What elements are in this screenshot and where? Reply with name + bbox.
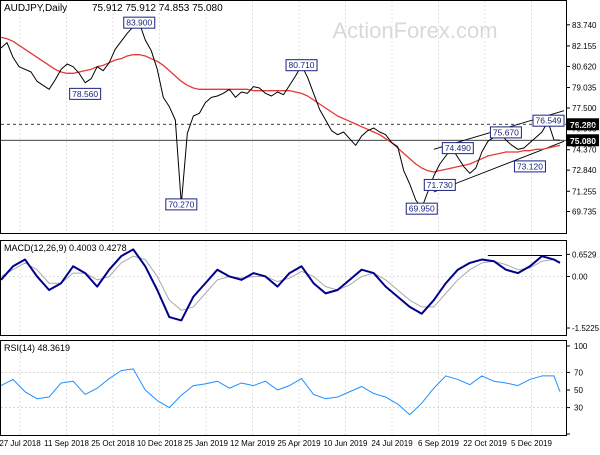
price-annotation-label: 83.900 (126, 18, 152, 28)
price-annotation-label: 76.549 (536, 116, 562, 126)
x-tick-label: 25 Jan 2019 (184, 439, 229, 448)
x-tick-label: 11 Sep 2018 (44, 439, 89, 448)
x-tick-label: 27 Jul 2018 (0, 439, 41, 448)
chart-root: ActionForex.com 76.280 75.080 83.900 78.560… (0, 0, 600, 450)
y-tick-label: 75.965 (572, 124, 597, 133)
y-tick-label: 82.155 (572, 42, 597, 51)
rsi-y-tick-label: 100 (574, 342, 588, 351)
y-tick-label: 83.740 (572, 21, 597, 30)
x-tick-label: 22 Oct 2019 (463, 439, 507, 448)
x-tick-label: 10 Jun 2019 (323, 439, 368, 448)
rsi-y-tick-label: 70 (574, 368, 583, 377)
y-tick-label: 79.035 (572, 84, 597, 93)
rsi-y-tick-label: 50 (574, 386, 583, 395)
y-tick-label: 71.255 (572, 187, 597, 196)
x-tick-label: 24 Jul 2019 (371, 439, 413, 448)
price-annotation-label: 69.950 (409, 204, 435, 214)
y-tick-label: 72.840 (572, 166, 597, 175)
price-annotation-label: 70.270 (168, 199, 194, 209)
macd-y-tick-label: 0.00 (572, 272, 588, 281)
macd-panel-frame (0, 240, 567, 336)
chart-header-ohlc: 75.912 75.912 74.853 75.080 (92, 3, 223, 14)
watermark-layer: ActionForex.com (332, 18, 497, 43)
rsi-y-tick-label: 30 (574, 404, 583, 413)
price-annotation-label: 78.560 (72, 89, 98, 99)
macd-title: MACD(12,26,9) 0.4003 0.4278 (4, 243, 127, 253)
y-tick-label: 69.735 (572, 208, 597, 217)
y-tick-label: 77.500 (572, 104, 597, 113)
y-tick-label: 80.620 (572, 62, 597, 71)
price-marker-label: 75.080 (570, 136, 596, 146)
x-tick-label: 25 Apr 2019 (277, 439, 321, 448)
x-tick-label: 10 Dec 2018 (137, 439, 183, 448)
macd-y-tick-label: 0.6529 (572, 250, 597, 259)
y-tick-label: 74.370 (572, 146, 597, 155)
price-annotation-label: 71.730 (427, 180, 453, 190)
rsi-title: RSI(14) 48.3619 (4, 343, 70, 353)
chart-header-symbol: AUDJPY,Daily (4, 3, 67, 14)
watermark: ActionForex.com (332, 18, 497, 43)
price-annotation-label: 75.670 (493, 127, 519, 137)
macd-y-tick-label: -1.5225 (572, 324, 600, 333)
chart-svg: ActionForex.com 76.28075.08083.90078.560… (0, 0, 600, 448)
price-annotation-label: 74.490 (445, 143, 471, 153)
price-annotation-label: 80.710 (289, 60, 315, 70)
x-tick-label: 5 Dec 2019 (511, 439, 552, 448)
x-tick-label: 12 Mar 2019 (230, 439, 275, 448)
x-tick-label: 6 Sep 2019 (418, 439, 459, 448)
price-annotation-label: 73.120 (517, 161, 543, 171)
x-tick-label: 25 Oct 2018 (91, 439, 135, 448)
